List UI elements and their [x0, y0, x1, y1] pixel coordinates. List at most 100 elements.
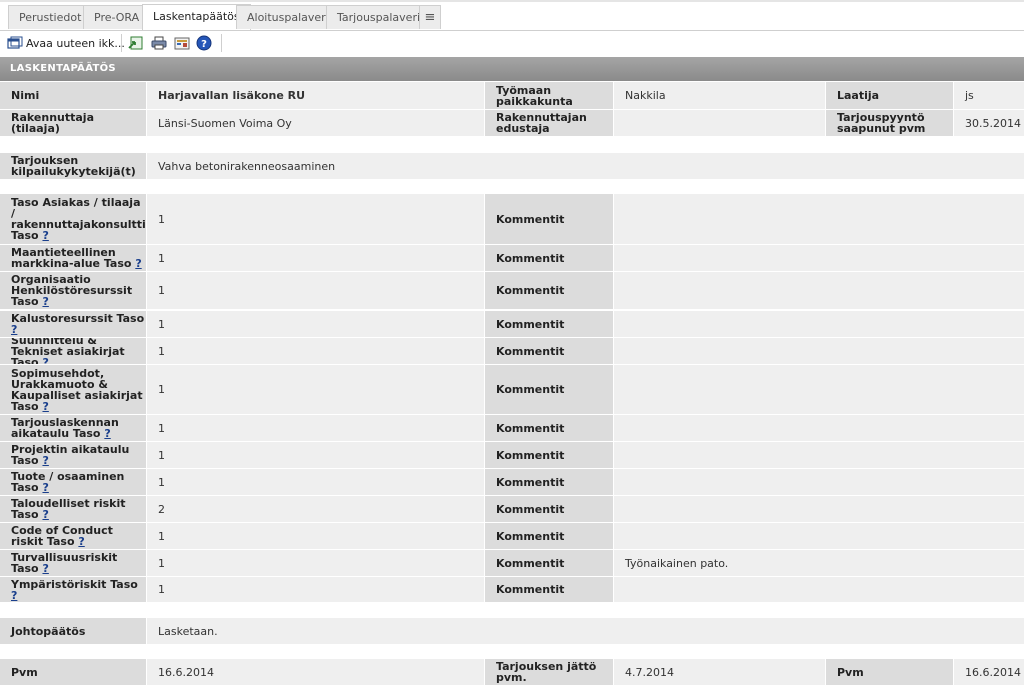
level-label-text: Tuote / osaaminen Taso ? [11, 471, 146, 493]
level-row: Tuote / osaaminen Taso ? 1 Kommentit [0, 469, 1024, 495]
kilpailu-value: Vahva betonirakenneosaaminen [147, 153, 1024, 179]
help-link[interactable]: ? [42, 400, 48, 413]
excel-export-button[interactable] [128, 34, 144, 52]
saapunut-label: Tarjouspyyntö saapunut pvm [826, 110, 953, 136]
tab-bar: Perustiedot Pre-ORA Laskentapäätös Aloit… [0, 3, 1024, 31]
level-row: Tarjouslaskennan aikataulu Taso ? 1 Kommen… [0, 415, 1024, 441]
toolbar-separator [221, 34, 222, 52]
johtopaatos-label: Johtopäätös [0, 618, 146, 644]
open-new-window-button[interactable]: Avaa uuteen ikk... [7, 34, 125, 52]
pvm-label: Pvm [0, 659, 146, 685]
pvm2-value: 16.6.2014 [954, 659, 1024, 685]
help-link[interactable]: ? [11, 589, 17, 602]
help-link[interactable]: ? [42, 508, 48, 521]
level-row: Kalustoresurssit Taso ? 1 Kommentit [0, 311, 1024, 337]
pvm-value: 16.6.2014 [147, 659, 484, 685]
laatija-label: Laatija [826, 82, 953, 109]
comment-value [614, 469, 1024, 495]
level-label: Taloudelliset riskit Taso ? [0, 496, 146, 522]
level-label-name: Organisaatio Henkilöstöresurssit Taso [11, 273, 133, 308]
new-window-icon [7, 36, 23, 49]
pvm2-label: Pvm [826, 659, 953, 685]
svg-text:?: ? [201, 39, 207, 50]
rakennuttaja-label: Rakennuttaja (tilaaja) [0, 110, 146, 136]
help-link[interactable]: ? [42, 229, 48, 242]
comment-label: Kommentit [485, 496, 613, 522]
tab-overflow-menu-icon[interactable]: ≡ [419, 5, 441, 29]
level-label-text: Sopimusehdot, Urakkamuoto & Kaupalliset … [11, 368, 146, 412]
level-label: Sopimusehdot, Urakkamuoto & Kaupalliset … [0, 365, 146, 414]
rakennuttaja-value: Länsi-Suomen Voima Oy [147, 110, 484, 136]
comment-value [614, 311, 1024, 337]
tab-aloituspalaveri[interactable]: Aloituspalaveri [236, 5, 340, 29]
edustaja-label: Rakennuttajan edustaja [485, 110, 613, 136]
report-button[interactable] [174, 34, 190, 52]
tab-laskentapaatos[interactable]: Laskentapäätös [142, 4, 251, 30]
level-label-text: Projektin aikataulu Taso ? [11, 444, 146, 466]
level-label-name: Sopimusehdot, Urakkamuoto & Kaupalliset … [11, 366, 143, 413]
level-value: 1 [147, 523, 484, 549]
help-link[interactable]: ? [78, 535, 84, 548]
level-label-name: Kalustoresurssit Taso [11, 312, 145, 325]
comment-label: Kommentit [485, 245, 613, 271]
level-label: Turvallisuusriskit Taso ? [0, 550, 146, 576]
level-label-name: Suunnittelu & Tekniset asiakirjat Taso [11, 338, 125, 364]
tab-pre-ora[interactable]: Pre-ORA [83, 5, 151, 29]
level-label-text: Kalustoresurssit Taso ? [11, 313, 146, 335]
level-label-name: Projektin aikataulu Taso [11, 443, 130, 467]
jatto-label: Tarjouksen jättö pvm. [485, 659, 613, 685]
comment-value [614, 523, 1024, 549]
print-button[interactable] [151, 34, 167, 52]
tab-perustiedot[interactable]: Perustiedot [8, 5, 93, 29]
level-row: Code of Conduct riskit Taso ? 1 Kommentit [0, 523, 1024, 549]
jatto-value: 4.7.2014 [614, 659, 825, 685]
level-label: Projektin aikataulu Taso ? [0, 442, 146, 468]
kilpailu-label: Tarjouksen kilpailukykytekijä(t) [0, 153, 146, 179]
report-icon [174, 37, 190, 50]
help-link[interactable]: ? [42, 454, 48, 467]
comment-value: Työnaikainen pato. [614, 550, 1024, 576]
top-border [0, 0, 1024, 2]
level-value: 1 [147, 245, 484, 271]
help-link[interactable]: ? [42, 295, 48, 308]
laatija-value: js [954, 82, 1024, 109]
comment-label: Kommentit [485, 415, 613, 441]
printer-icon [151, 36, 167, 50]
level-label: Tuote / osaaminen Taso ? [0, 469, 146, 495]
tab-tarjouspalaveri[interactable]: Tarjouspalaveri [326, 5, 432, 29]
comment-value [614, 272, 1024, 309]
level-value: 1 [147, 272, 484, 309]
level-label-text: Taso Asiakas / tilaaja / rakennuttajakon… [11, 197, 146, 241]
saapunut-value: 30.5.2014 [954, 110, 1024, 136]
help-link[interactable]: ? [42, 356, 48, 365]
comment-label: Kommentit [485, 469, 613, 495]
help-link[interactable]: ? [42, 562, 48, 575]
level-row: Turvallisuusriskit Taso ? 1 Kommentit Työna… [0, 550, 1024, 576]
help-button[interactable]: ? [196, 34, 212, 52]
level-label-text: Ympäristöriskit Taso ? [11, 579, 146, 601]
footer-row: Pvm 16.6.2014 Tarjouksen jättö pvm. 4.7.… [0, 659, 1024, 685]
comment-label: Kommentit [485, 442, 613, 468]
level-label: Code of Conduct riskit Taso ? [0, 523, 146, 549]
comment-label: Kommentit [485, 577, 613, 602]
level-value: 1 [147, 338, 484, 364]
level-row: Projektin aikataulu Taso ? 1 Kommentit [0, 442, 1024, 468]
level-value: 1 [147, 550, 484, 576]
level-label-name: Turvallisuusriskit Taso [11, 551, 118, 575]
help-link[interactable]: ? [135, 257, 141, 270]
nimi-label: Nimi [0, 82, 146, 109]
level-value: 1 [147, 415, 484, 441]
level-value: 1 [147, 442, 484, 468]
level-label-name: Maantieteellinen markkina-alue Taso [11, 246, 132, 270]
help-link[interactable]: ? [11, 323, 17, 336]
comment-value [614, 442, 1024, 468]
info-row: Nimi Harjavallan lisäkone RU Työmaan pai… [0, 82, 1024, 109]
level-label-text: Organisaatio Henkilöstöresurssit Taso ? [11, 274, 146, 307]
help-link[interactable]: ? [104, 427, 110, 440]
level-label: Organisaatio Henkilöstöresurssit Taso ? [0, 272, 146, 309]
tyomaa-label: Työmaan paikkakunta [485, 82, 613, 109]
johtopaatos-value: Lasketaan. [147, 618, 1024, 644]
help-link[interactable]: ? [42, 481, 48, 494]
level-value: 1 [147, 365, 484, 414]
level-label-text: Suunnittelu & Tekniset asiakirjat Taso ? [11, 338, 146, 364]
